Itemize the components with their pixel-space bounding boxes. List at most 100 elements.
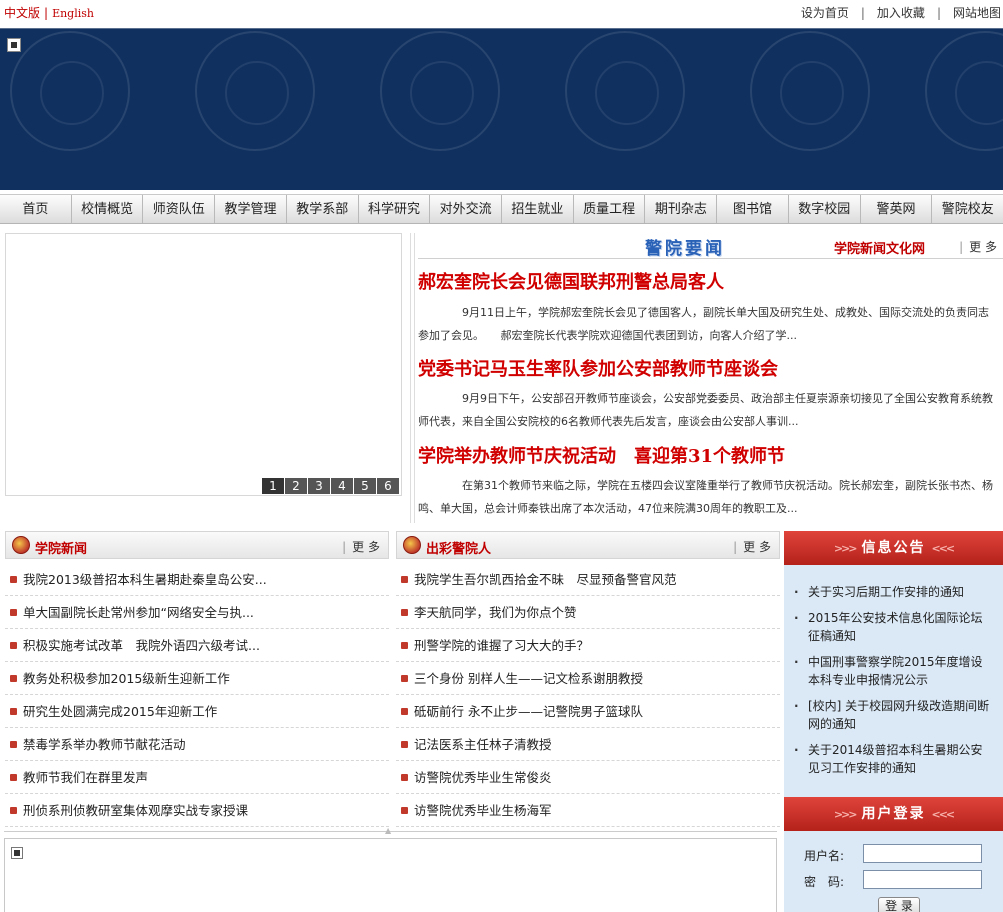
slideshow[interactable] <box>5 233 402 496</box>
list-item[interactable]: 三个身份 别样人生——记文检系谢朋教授 <box>396 662 780 695</box>
list-item[interactable]: 记法医系主任林子清教授 <box>396 728 780 761</box>
nav-journals[interactable]: 期刊杂志 <box>645 195 718 223</box>
password-row: 密 码: <box>784 867 1003 893</box>
notices-list: 关于实习后期工作安排的通知 2015年公安技术信息化国际论坛征稿通知 中国刑事警… <box>784 565 1003 777</box>
police-emblem-icon <box>925 31 1003 151</box>
notice-item[interactable]: [校内] 关于校园网升级改造期间断网的通知 <box>794 697 993 733</box>
college-news-panel: 学院新闻 | 更 多 我院2013级普招本科生暑期赴秦皇岛公安... 单大国副院长… <box>5 531 389 827</box>
outstanding-more-link[interactable]: | 更 多 <box>733 538 771 555</box>
list-item[interactable]: 积极实施考试改革 我院外语四六级考试... <box>5 629 389 662</box>
divider: | <box>936 6 941 20</box>
list-item[interactable]: 访警院优秀毕业生常俊炎 <box>396 761 780 794</box>
college-news-header: 学院新闻 | 更 多 <box>5 531 389 559</box>
password-input[interactable] <box>863 870 982 889</box>
headline-2[interactable]: 党委书记马玉生率队参加公安部教师节座谈会 <box>418 355 778 381</box>
more-label: 更 多 <box>743 540 771 554</box>
window-icon <box>11 847 23 859</box>
police-emblem-icon <box>195 31 315 151</box>
slide-page-5[interactable]: 5 <box>354 478 376 494</box>
nav-admission[interactable]: 招生就业 <box>502 195 574 223</box>
news-culture-link[interactable]: 学院新闻文化网 <box>834 238 925 257</box>
bottom-panel <box>4 838 777 912</box>
chevron-left-icon: <<< <box>931 542 956 555</box>
language-switch: 中文版 | English <box>4 4 94 21</box>
list-item[interactable]: 教务处积极参加2015级新生迎新工作 <box>5 662 389 695</box>
login-title: 用户登录 <box>861 806 926 822</box>
nav-teaching[interactable]: 教学管理 <box>215 195 287 223</box>
list-item[interactable]: 我院2013级普招本科生暑期赴秦皇岛公安... <box>5 563 389 596</box>
slide-page-4[interactable]: 4 <box>331 478 353 494</box>
slide-page-2[interactable]: 2 <box>285 478 307 494</box>
login-form: 用户名: 密 码: 登 录 <box>784 841 1003 912</box>
username-label: 用户名: <box>804 849 845 863</box>
login-button[interactable]: 登 录 <box>878 897 920 912</box>
police-emblem-icon <box>750 31 870 151</box>
lang-english-link[interactable]: English <box>52 7 94 20</box>
list-item[interactable]: 研究生处圆满完成2015年迎新工作 <box>5 695 389 728</box>
college-news-more-link[interactable]: | 更 多 <box>342 538 380 555</box>
police-badge-icon <box>12 536 30 554</box>
username-row: 用户名: <box>784 841 1003 867</box>
nav-alumni[interactable]: 警院校友 <box>932 195 1003 223</box>
list-item[interactable]: 我院学生吾尔凯西拾金不昧 尽显预备警官风范 <box>396 563 780 596</box>
login-header: >>> 用户登录 <<< <box>784 797 1003 831</box>
headline-1[interactable]: 郝宏奎院长会见德国联邦刑警总局客人 <box>418 268 724 294</box>
nav-departments[interactable]: 教学系部 <box>287 195 359 223</box>
summary-3: 在第31个教师节来临之际，学院在五楼四会议室隆重举行了教师节庆祝活动。院长郝宏奎… <box>418 479 993 515</box>
username-input[interactable] <box>863 844 982 863</box>
notice-item[interactable]: 关于2014级普招本科生暑期公安见习工作安排的通知 <box>794 741 993 777</box>
notice-item[interactable]: 关于实习后期工作安排的通知 <box>794 583 993 601</box>
chevron-right-icon: >>> <box>833 808 858 821</box>
outstanding-title: 出彩警院人 <box>426 542 492 557</box>
nav-home[interactable]: 首页 <box>0 195 72 223</box>
news-header: 警院要闻 学院新闻文化网 | 更 多 <box>418 233 1003 259</box>
lang-chinese-link[interactable]: 中文版 <box>4 6 40 20</box>
chevron-left-icon: <<< <box>931 808 956 821</box>
slide-page-1[interactable]: 1 <box>262 478 284 494</box>
more-label: 更 多 <box>352 540 380 554</box>
list-item[interactable]: 单大国副院长赴常州参加“网络安全与执... <box>5 596 389 629</box>
headline-3[interactable]: 学院举办教师节庆祝活动 喜迎第31个教师节 <box>418 442 785 468</box>
list-item[interactable]: 李天航同学，我们为你点个赞 <box>396 596 780 629</box>
nav-jingying[interactable]: 警英网 <box>861 195 933 223</box>
slideshow-pager: 1 2 3 4 5 6 <box>262 478 400 494</box>
more-label: 更 多 <box>969 240 997 254</box>
list-item[interactable]: 访警院优秀毕业生杨海军 <box>396 794 780 827</box>
nav-digital-campus[interactable]: 数字校园 <box>789 195 861 223</box>
nav-library[interactable]: 图书馆 <box>717 195 789 223</box>
add-favorite-link[interactable]: 加入收藏 <box>877 6 925 20</box>
divider: | <box>860 6 865 20</box>
list-item[interactable]: 砥砺前行 永不止步——记警院男子篮球队 <box>396 695 780 728</box>
sitemap-link[interactable]: 网站地图 <box>953 6 1001 20</box>
news-section-title: 警院要闻 <box>645 239 725 259</box>
list-item[interactable]: 教师节我们在群里发声 <box>5 761 389 794</box>
notice-item[interactable]: 2015年公安技术信息化国际论坛征稿通知 <box>794 609 993 645</box>
police-emblem-icon <box>565 31 685 151</box>
nav-faculty[interactable]: 师资队伍 <box>143 195 216 223</box>
nav-exchange[interactable]: 对外交流 <box>430 195 503 223</box>
slide-page-6[interactable]: 6 <box>377 478 399 494</box>
set-homepage-link[interactable]: 设为首页 <box>801 6 849 20</box>
list-item[interactable]: 刑侦系刑侦教研室集体观摩实战专家授课 <box>5 794 389 827</box>
chevron-right-icon: >>> <box>833 542 858 555</box>
top-bar: 中文版 | English 设为首页 | 加入收藏 | 网站地图 <box>0 0 1003 26</box>
headline-news: 警院要闻 学院新闻文化网 | 更 多 郝宏奎院长会见德国联邦刑警总局客人 9月11… <box>410 233 1003 523</box>
notice-item[interactable]: 中国刑事警察学院2015年度增设本科专业申报情况公示 <box>794 653 993 689</box>
divider <box>410 233 415 523</box>
notices-title: 信息公告 <box>861 540 926 556</box>
nav-research[interactable]: 科学研究 <box>359 195 431 223</box>
news-more-link[interactable]: | 更 多 <box>959 238 997 255</box>
main-nav: 首页 校情概览 师资队伍 教学管理 教学系部 科学研究 对外交流 招生就业 质量… <box>0 194 1003 224</box>
password-label: 密 码: <box>804 875 845 889</box>
nav-overview[interactable]: 校情概览 <box>72 195 144 223</box>
list-item[interactable]: 刑警学院的谁握了习大大的手？ <box>396 629 780 662</box>
sidebar: >>>信息公告<<< 关于实习后期工作安排的通知 2015年公安技术信息化国际论… <box>784 531 1003 912</box>
nav-quality[interactable]: 质量工程 <box>574 195 646 223</box>
police-emblem-icon <box>380 31 500 151</box>
lang-separator: | <box>44 6 49 20</box>
header-banner <box>0 28 1003 190</box>
slide-page-3[interactable]: 3 <box>308 478 330 494</box>
list-item[interactable]: 禁毒学系举办教师节献花活动 <box>5 728 389 761</box>
police-badge-icon <box>403 536 421 554</box>
summary-1: 9月11日上午，学院郝宏奎院长会见了德国客人，副院长单大国及研究生处、成教处、国… <box>418 306 989 342</box>
